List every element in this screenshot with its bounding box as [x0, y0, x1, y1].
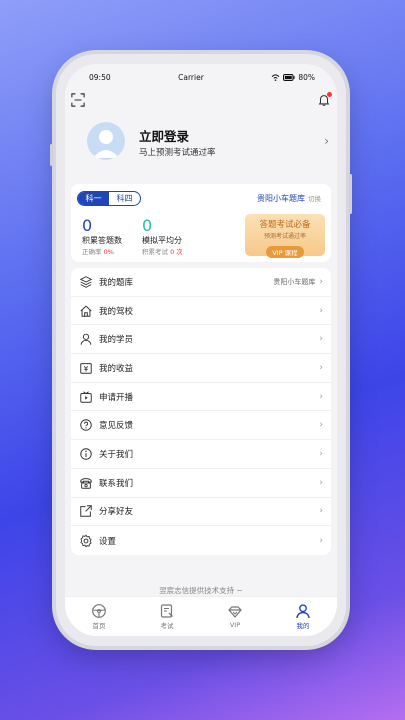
vip-title: 答题考试必备	[259, 220, 311, 230]
exam-icon	[160, 604, 173, 618]
tab-label: VIP	[229, 621, 241, 629]
user-avatar-icon	[93, 130, 119, 158]
status-bar: 09:50 Carrier 80%	[65, 64, 337, 90]
tech-support-note: 翌宸志信提供技术支持 ~	[159, 585, 243, 595]
accuracy-value: 0%	[103, 248, 114, 256]
status-carrier: Carrier	[178, 72, 204, 82]
login-title[interactable]: 立即登录	[139, 126, 189, 145]
average-label: 模拟平均分	[142, 236, 182, 245]
menu-item-label: 关于我们	[99, 449, 134, 460]
chevron-right-icon: ›	[319, 276, 323, 287]
menu-item-about[interactable]: 关于我们 ›	[71, 440, 331, 469]
average-score: 0	[142, 216, 153, 235]
menu-item-label: 我的学员	[99, 335, 134, 346]
info-icon	[80, 448, 92, 460]
tab-exam[interactable]: 考试	[133, 597, 201, 636]
tab-subject-one[interactable]: 科一	[78, 192, 109, 205]
status-time: 09:50	[89, 72, 111, 82]
top-icons	[65, 90, 337, 112]
play-tv-icon	[80, 390, 92, 403]
chevron-right-icon: ›	[319, 477, 323, 488]
menu-item-label: 我的题库	[99, 277, 134, 288]
user-icon	[296, 604, 310, 619]
menu-item-share[interactable]: 分享好友 ›	[71, 498, 331, 527]
menu-item-label: 我的收益	[99, 363, 134, 374]
accuracy-label: 正确率	[82, 248, 102, 256]
wifi-icon	[271, 73, 280, 81]
avatar	[87, 122, 125, 160]
question-bank[interactable]: 贵阳小车题库 切换	[257, 193, 321, 204]
stats-card: 科一 科四 贵阳小车题库 切换 0 0 积累答题数 模拟平均分 正确率 0% 积累…	[71, 184, 331, 262]
notification-dot	[327, 92, 332, 97]
accuracy-text: 正确率 0%	[82, 246, 114, 256]
tab-subject-four[interactable]: 科四	[109, 192, 140, 205]
tab-label: 考试	[160, 622, 174, 630]
answered-count: 0	[82, 216, 93, 235]
chevron-right-icon: ›	[319, 448, 323, 459]
bank-name: 贵阳小车题库	[257, 194, 305, 203]
menu-item-live[interactable]: 申请开播 ›	[71, 383, 331, 412]
screen: 09:50 Carrier 80% 立即登录 马上预测考试通过率 › 科一 科四…	[65, 64, 337, 636]
question-circle-icon	[80, 419, 92, 432]
vip-subtitle: 预测考试通过率	[263, 233, 306, 240]
user-icon	[80, 333, 92, 345]
chevron-right-icon: ›	[319, 334, 323, 345]
subject-switch[interactable]: 科一 科四	[77, 191, 141, 206]
tab-mine[interactable]: 我的	[269, 597, 337, 636]
share-icon	[80, 505, 92, 518]
home-icon	[80, 305, 92, 317]
vip-course-card[interactable]: 答题考试必备 预测考试通过率 VIP 课程	[245, 214, 325, 258]
tab-label: 我的	[296, 622, 310, 630]
menu-item-label: 联系我们	[99, 478, 134, 489]
battery-icon	[283, 73, 295, 81]
menu-item-label: 分享好友	[99, 507, 134, 518]
gear-icon	[80, 534, 92, 547]
wallet-icon	[80, 363, 92, 374]
scan-icon[interactable]	[71, 93, 85, 107]
menu-item-settings[interactable]: 设置 ›	[71, 526, 331, 555]
tab-bar: 首页 考试 VIP 我的	[65, 596, 337, 636]
menu-item-label: 设置	[99, 536, 117, 547]
menu-item-label: 我的驾校	[99, 306, 134, 317]
diamond-icon	[228, 606, 242, 618]
login-section[interactable]: 立即登录 马上预测考试通过率 ›	[65, 118, 337, 178]
menu-item-students[interactable]: 我的学员 ›	[71, 325, 331, 355]
bank-switch[interactable]: 切换	[308, 195, 321, 203]
exam-text: 积累考试 0 次	[142, 246, 183, 256]
menu-item-extra: 贵阳小车题库	[273, 277, 316, 286]
menu-item-question-bank[interactable]: 我的题库 贵阳小车题库 ›	[71, 268, 331, 297]
tab-home[interactable]: 首页	[65, 597, 133, 636]
menu-item-label: 意见反馈	[99, 421, 134, 432]
side-button	[50, 144, 53, 166]
menu-item-earnings[interactable]: 我的收益 ›	[71, 354, 331, 383]
tab-label: 首页	[92, 622, 106, 630]
chevron-right-icon: ›	[319, 506, 323, 517]
chevron-right-icon: ›	[319, 362, 323, 373]
steering-wheel-icon	[92, 604, 106, 618]
vip-badge[interactable]: VIP 课程	[266, 246, 304, 258]
menu-item-contact[interactable]: 联系我们 ›	[71, 469, 331, 498]
menu-item-feedback[interactable]: 意见反馈 ›	[71, 411, 331, 441]
login-subtitle: 马上预测考试通过率	[139, 148, 216, 158]
menu-item-driving-school[interactable]: 我的驾校 ›	[71, 297, 331, 326]
tab-vip[interactable]: VIP	[201, 597, 269, 636]
chevron-right-icon: ›	[319, 305, 323, 316]
battery-level: 80%	[298, 72, 315, 82]
chevron-right-icon: ›	[319, 420, 323, 431]
layers-icon	[79, 276, 93, 288]
exam-value: 0 次	[170, 248, 183, 256]
side-button	[349, 174, 352, 214]
menu: 我的题库 贵阳小车题库 › 我的驾校 › 我的学员 › 我的收益 › 申请开播 …	[65, 268, 337, 555]
exam-label: 积累考试	[142, 248, 168, 256]
menu-item-label: 申请开播	[99, 392, 134, 403]
answered-label: 积累答题数	[82, 236, 122, 245]
telephone-icon	[80, 477, 92, 489]
chevron-right-icon: ›	[319, 535, 323, 546]
chevron-right-icon[interactable]: ›	[324, 134, 329, 148]
menu-list: 我的题库 贵阳小车题库 › 我的驾校 › 我的学员 › 我的收益 › 申请开播 …	[71, 268, 331, 555]
phone-frame: 09:50 Carrier 80% 立即登录 马上预测考试通过率 › 科一 科四…	[50, 54, 352, 646]
chevron-right-icon: ›	[319, 391, 323, 402]
